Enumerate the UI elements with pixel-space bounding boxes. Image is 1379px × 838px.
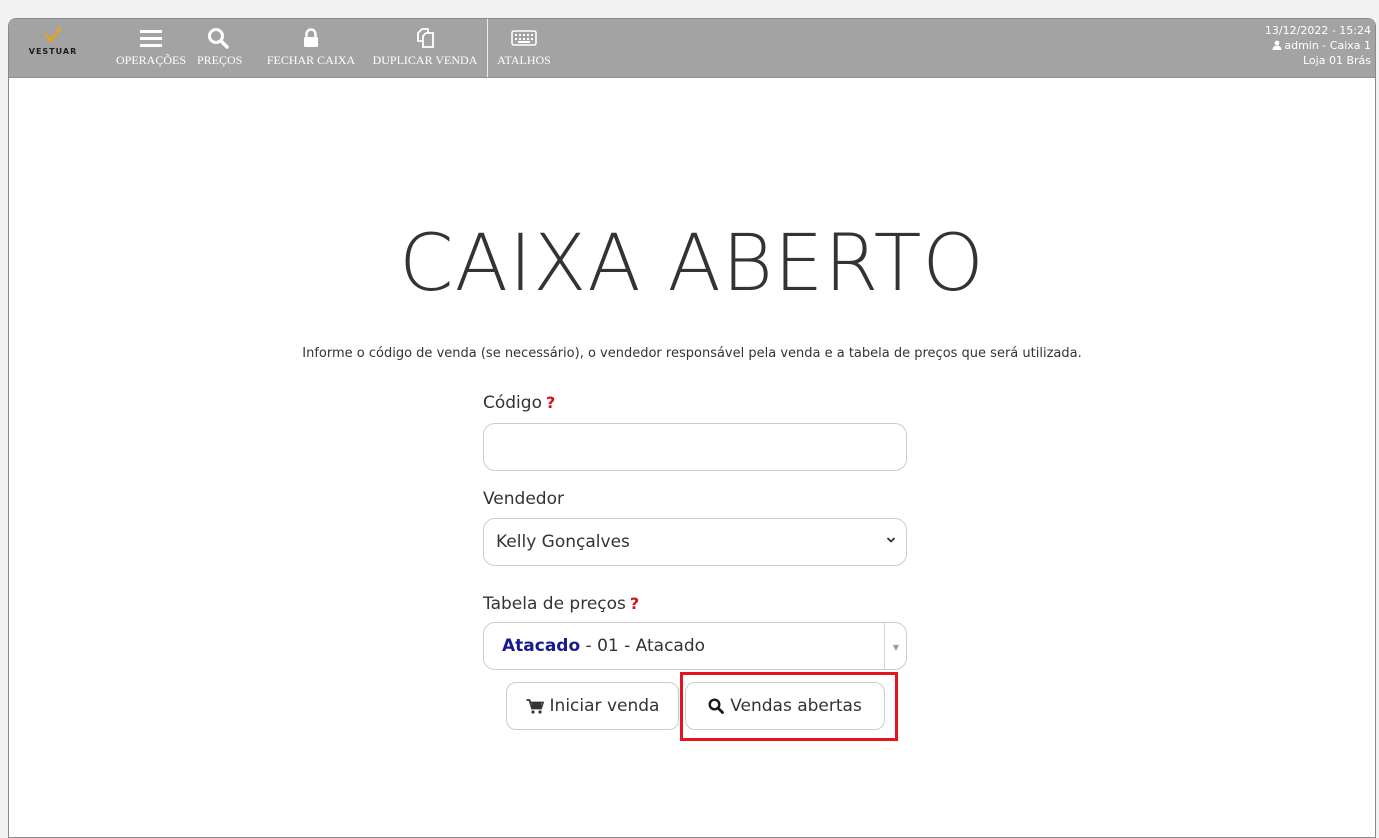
logo-text: VESTUAR	[28, 47, 78, 56]
price-table-value-bold: Atacado	[502, 636, 581, 656]
caret-down-icon: ▼	[892, 643, 899, 652]
page-title: CAIXA ABERTO	[399, 219, 985, 309]
nav-atalhos[interactable]: ATALHOS	[493, 25, 555, 68]
instructions-text: Informe o código de venda (se necessário…	[302, 346, 1082, 361]
nav-fechar-caixa-label: FECHAR CAIXA	[266, 53, 356, 67]
datetime-text: 13/12/2022 - 15:24	[1264, 24, 1371, 37]
select-divider	[884, 623, 885, 669]
nav-operacoes[interactable]: OPERAÇÕES	[115, 25, 187, 68]
lock-icon	[265, 25, 357, 51]
nav-duplicar-venda-label: DUPLICAR VENDA	[372, 53, 478, 67]
keyboard-icon	[493, 25, 555, 51]
session-status: 13/12/2022 - 15:24 admin - Caixa 1 Loja …	[1265, 23, 1371, 68]
vestuar-logo[interactable]: VESTUAR	[23, 27, 83, 71]
price-table-value-rest: - 01 - Atacado	[580, 636, 706, 656]
cart-icon	[526, 698, 544, 714]
nav-fechar-caixa[interactable]: FECHAR CAIXA	[265, 25, 357, 68]
code-help-icon[interactable]: ?	[546, 393, 555, 412]
menu-icon	[115, 25, 187, 51]
store-text: Loja 01 Brás	[1303, 54, 1371, 67]
seller-label: Vendedor	[483, 489, 564, 509]
user-icon	[1272, 40, 1282, 50]
nav-duplicar-venda[interactable]: DUPLICAR VENDA	[369, 25, 481, 68]
seller-select[interactable]: Kelly Gonçalves	[483, 518, 907, 566]
code-label-text: Código	[483, 393, 542, 413]
nav-atalhos-label: ATALHOS	[497, 53, 551, 67]
seller-selected-value: Kelly Gonçalves	[496, 532, 630, 552]
price-table-select[interactable]: Atacado - 01 - Atacado ▼	[483, 622, 907, 670]
search-icon	[197, 25, 239, 51]
price-table-help-icon[interactable]: ?	[630, 594, 639, 613]
price-table-selected-value: Atacado - 01 - Atacado	[502, 636, 705, 656]
duplicate-icon	[369, 25, 481, 51]
nav-operacoes-label: OPERAÇÕES	[115, 53, 186, 67]
code-input[interactable]	[483, 423, 907, 471]
chevron-down-icon	[886, 537, 896, 543]
top-navigation-bar: VESTUAR OPERAÇÕES PREÇOS FECHAR CAIXA DU	[9, 19, 1375, 78]
code-label: Código?	[483, 393, 555, 413]
price-table-label: Tabela de preços?	[483, 594, 639, 614]
user-text: admin - Caixa 1	[1284, 39, 1371, 52]
user-row: admin - Caixa 1	[1265, 38, 1371, 53]
nav-precos[interactable]: PREÇOS	[197, 25, 243, 68]
nav-divider	[487, 19, 488, 77]
nav-precos-label: PREÇOS	[197, 53, 243, 67]
logo-mark-icon	[44, 27, 62, 43]
app-window: VESTUAR OPERAÇÕES PREÇOS FECHAR CAIXA DU	[8, 18, 1376, 838]
price-table-label-text: Tabela de preços	[483, 594, 626, 614]
highlight-box	[680, 672, 898, 741]
start-sale-label: Iniciar venda	[549, 696, 660, 716]
start-sale-button[interactable]: Iniciar venda	[506, 682, 679, 730]
